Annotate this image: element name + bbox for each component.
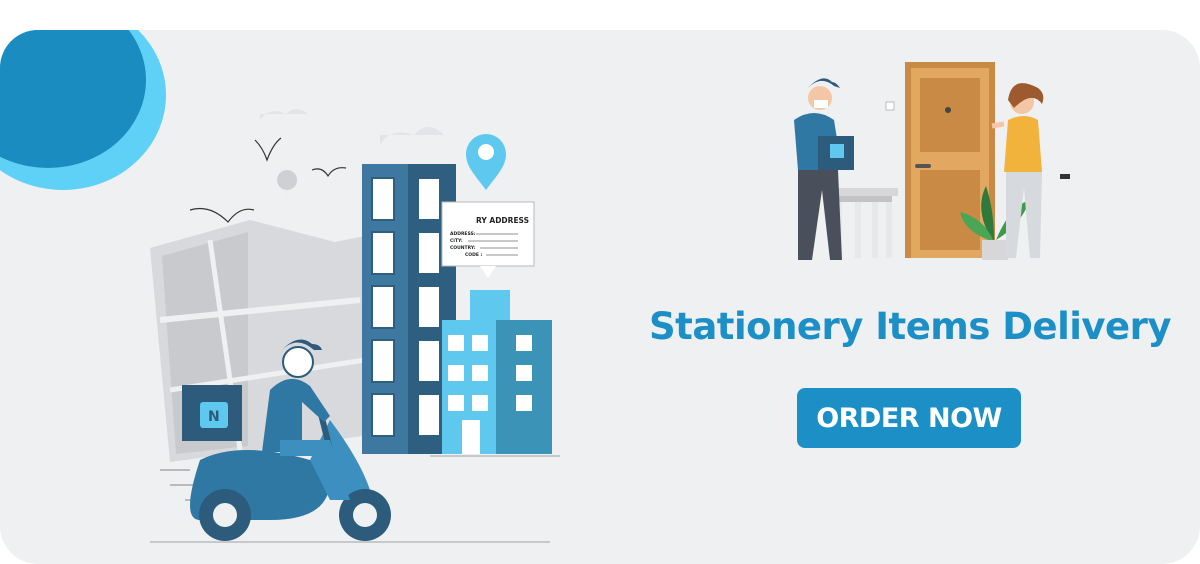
city-field-label: CITY: <box>450 238 463 244</box>
doorstep-delivery-illustration <box>794 62 1070 260</box>
order-now-button[interactable]: ORDER NOW <box>797 388 1021 448</box>
address-field-label: ADDRESS: <box>450 231 476 237</box>
box-logo: N <box>208 409 220 425</box>
headline: Stationery Items Delivery <box>648 305 1172 348</box>
scooter-delivery-illustration: RY ADDRESS ADDRESS: CITY: COUNTRY: CODE … <box>150 109 560 543</box>
country-field-label: COUNTRY: <box>450 245 476 251</box>
courier <box>794 78 854 260</box>
map-pin-small-icon <box>277 170 298 214</box>
location-pin-icon <box>466 134 506 190</box>
promo-banner: RY ADDRESS ADDRESS: CITY: COUNTRY: CODE … <box>0 30 1200 564</box>
address-card-heading: RY ADDRESS <box>476 216 529 225</box>
code-field-label: CODE : <box>465 252 483 258</box>
